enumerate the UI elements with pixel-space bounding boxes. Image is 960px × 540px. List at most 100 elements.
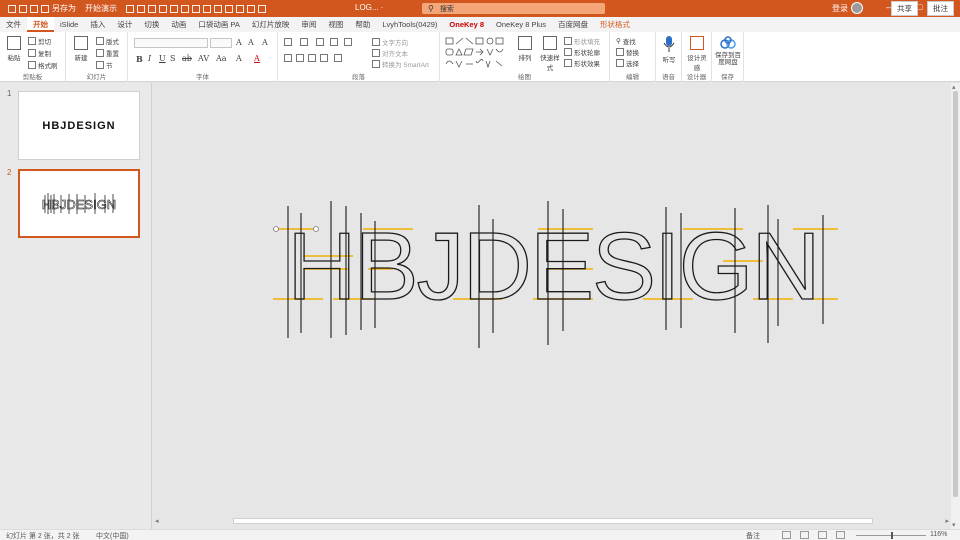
text-direction-button[interactable]: 文字方向 <box>372 37 408 47</box>
qat-save-as[interactable]: 另存为 <box>52 3 76 14</box>
clear-format-icon[interactable]: A <box>262 38 268 47</box>
more-icon[interactable] <box>258 4 266 13</box>
qat-start-show[interactable]: 开始演示 <box>85 3 117 14</box>
clear-icon[interactable] <box>41 4 49 13</box>
save-to-baidu-button[interactable]: 保存到百度网盘 <box>714 36 742 66</box>
tab-16[interactable]: 形状格式 <box>594 17 636 32</box>
scroll-right-icon[interactable]: ▸ <box>945 517 949 525</box>
reset-button[interactable]: 重置 <box>96 48 119 58</box>
section-button[interactable]: 节 <box>96 60 113 70</box>
tab-13[interactable]: OneKey 8 <box>443 17 490 32</box>
tab-6[interactable]: 动画 <box>165 17 192 32</box>
horizontal-scrollbar[interactable]: ◂ ▸ <box>153 516 951 527</box>
tab-9[interactable]: 审阅 <box>295 17 322 32</box>
shrink-font-icon[interactable]: A <box>248 38 254 47</box>
tab-10[interactable]: 视图 <box>322 17 349 32</box>
shapes-gallery[interactable] <box>444 36 510 70</box>
user-login[interactable]: 登录 <box>832 3 848 14</box>
comments-button[interactable]: 批注 <box>927 1 954 16</box>
highlight-icon[interactable]: A <box>236 54 242 63</box>
normal-view-icon[interactable] <box>782 531 791 539</box>
shadow-icon[interactable]: S <box>170 54 175 63</box>
language[interactable]: 中文(中国) <box>96 531 129 540</box>
picture-icon[interactable] <box>225 4 233 13</box>
align-center-icon[interactable] <box>296 54 304 62</box>
font-color-icon[interactable]: A <box>254 54 260 63</box>
numbering-icon[interactable] <box>300 38 308 46</box>
align-text-button[interactable]: 对齐文本 <box>372 48 408 58</box>
tab-12[interactable]: LvyhTools(0429) <box>376 17 443 32</box>
shape-effects-button[interactable]: 形状效果 <box>564 58 600 68</box>
slide-editor[interactable]: HBJDESIGN <box>153 83 950 515</box>
increase-indent-icon[interactable] <box>330 38 338 46</box>
align-left-icon[interactable] <box>284 54 292 62</box>
font-icon[interactable] <box>126 4 134 13</box>
zoom-slider-thumb[interactable] <box>891 532 893 539</box>
columns-icon[interactable] <box>334 54 342 62</box>
group-icon[interactable] <box>181 4 189 13</box>
align-right-icon[interactable] <box>159 4 167 13</box>
slide-canvas[interactable]: HBJDESIGN <box>153 83 950 515</box>
tab-0[interactable]: 文件 <box>0 17 27 32</box>
replace-button[interactable]: 替换 <box>616 47 639 57</box>
outline-title-text[interactable]: HBJDESIGN <box>287 212 822 320</box>
slide-sorter-icon[interactable] <box>800 531 809 539</box>
tab-5[interactable]: 切换 <box>138 17 165 32</box>
layout-button[interactable]: 版式 <box>96 36 119 46</box>
shape-fill-button[interactable]: 形状填充 <box>564 36 600 46</box>
tab-14[interactable]: OneKey 8 Plus <box>490 17 552 32</box>
copy-button[interactable]: 复制 <box>28 48 51 58</box>
handle-left[interactable] <box>273 226 279 232</box>
undo-icon[interactable] <box>19 4 27 13</box>
underline-icon[interactable]: U <box>159 54 166 63</box>
cut-button[interactable]: 剪切 <box>28 36 51 46</box>
reading-view-icon[interactable] <box>818 531 827 539</box>
arrange-button[interactable]: 排列 <box>514 36 536 62</box>
zoom-level[interactable]: 116% <box>930 531 947 538</box>
tab-4[interactable]: 设计 <box>111 17 138 32</box>
grow-font-icon[interactable]: A <box>236 38 242 47</box>
shape-icon[interactable] <box>203 4 211 13</box>
tab-15[interactable]: 百度网盘 <box>552 17 594 32</box>
justify-icon[interactable] <box>320 54 328 62</box>
ungroup-icon[interactable] <box>192 4 200 13</box>
line-spacing-icon[interactable] <box>344 38 352 46</box>
slideshow-icon[interactable] <box>836 531 845 539</box>
avatar[interactable] <box>851 2 863 14</box>
tab-2[interactable]: iSlide <box>54 17 84 32</box>
format-painter-button[interactable]: 格式刷 <box>28 60 58 70</box>
dictate-button[interactable]: 听写 <box>658 36 680 64</box>
distribute-icon[interactable] <box>170 4 178 13</box>
horizontal-scroll-thumb[interactable] <box>233 518 873 524</box>
tab-8[interactable]: 幻灯片放映 <box>246 17 296 32</box>
bullets-icon[interactable] <box>284 38 292 46</box>
spacing-icon[interactable]: AV <box>198 54 209 63</box>
crop-icon[interactable] <box>214 4 222 13</box>
strikethrough-icon[interactable]: ab <box>182 54 192 63</box>
search-box[interactable]: ⚲ 搜索 <box>422 3 605 14</box>
redo-icon[interactable] <box>30 4 38 13</box>
quick-styles-button[interactable]: 快速样式 <box>538 36 562 72</box>
paste-button[interactable]: 粘贴 <box>4 36 24 62</box>
find-button[interactable]: ⚲ 查找 <box>616 36 636 46</box>
scroll-up-icon[interactable]: ▴ <box>952 83 956 91</box>
align-left-icon[interactable] <box>137 4 145 13</box>
tab-1[interactable]: 开始 <box>27 17 54 32</box>
slide-thumbnail-2[interactable]: HBJDESIGN <box>18 169 140 238</box>
scroll-down-icon[interactable]: ▾ <box>952 521 956 529</box>
vertical-scroll-thumb[interactable] <box>953 91 958 497</box>
share-button[interactable]: 共享 <box>891 1 918 16</box>
tab-7[interactable]: 口袋动画 PA <box>192 17 246 32</box>
bold-icon[interactable]: B <box>136 54 143 64</box>
design-ideas-button[interactable]: 设计灵感 <box>685 36 709 72</box>
italic-icon[interactable]: I <box>148 54 151 63</box>
decrease-indent-icon[interactable] <box>316 38 324 46</box>
tab-3[interactable]: 插入 <box>84 17 111 32</box>
align-right-icon[interactable] <box>308 54 316 62</box>
shape-outline-icon[interactable] <box>236 4 244 13</box>
notes-button[interactable]: 备注 <box>746 531 760 540</box>
handle-right[interactable] <box>313 226 319 232</box>
save-icon[interactable] <box>8 4 16 13</box>
scroll-left-icon[interactable]: ◂ <box>155 517 159 525</box>
select-button[interactable]: 选择 <box>616 58 639 68</box>
